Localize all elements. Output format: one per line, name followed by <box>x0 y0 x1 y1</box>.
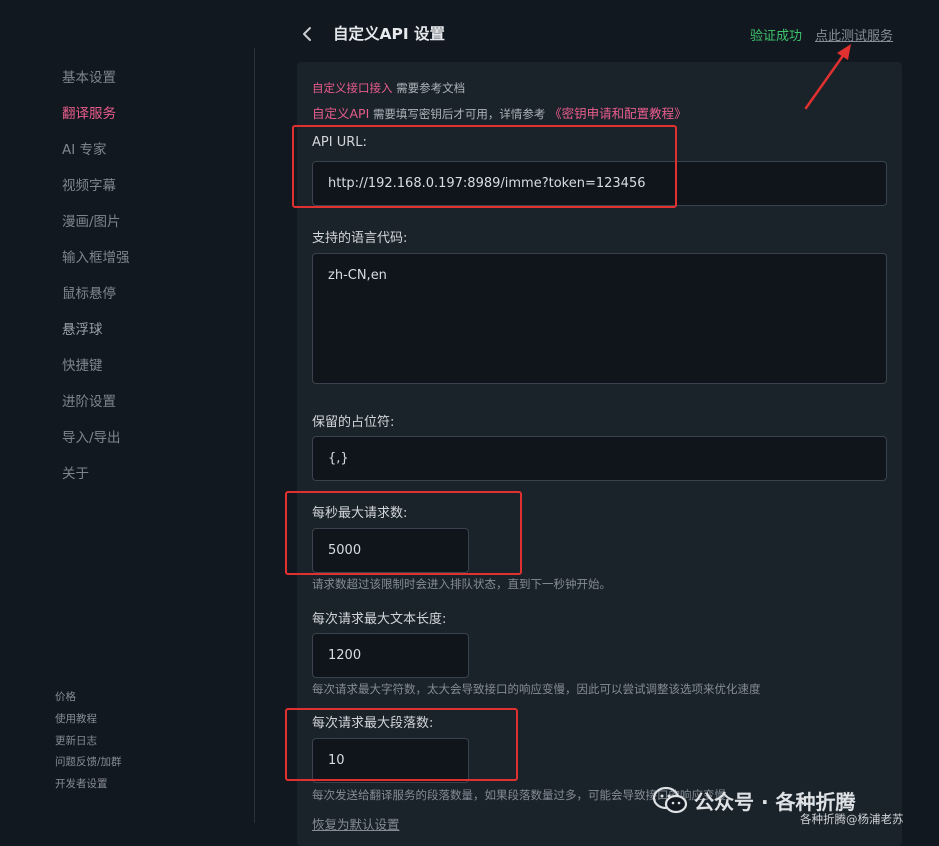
sidebar: 基本设置 翻译服务 AI 专家 视频字幕 漫画/图片 输入框增强 鼠标悬停 悬浮… <box>0 0 256 846</box>
footer-link-pricing[interactable]: 价格 <box>55 689 76 704</box>
placeholder-label: 保留的占位符: <box>312 415 395 430</box>
sidebar-item-mouse-hover[interactable]: 鼠标悬停 <box>62 282 116 302</box>
footer-link-feedback[interactable]: 问题反馈/加群 <box>55 754 122 769</box>
footer-link-changelog[interactable]: 更新日志 <box>55 733 97 748</box>
sidebar-item-import-export[interactable]: 导入/导出 <box>62 426 121 446</box>
sidebar-item-comics[interactable]: 漫画/图片 <box>62 210 121 230</box>
footer-link-tutorial[interactable]: 使用教程 <box>55 711 97 726</box>
max-rps-help: 请求数超过该限制时会进入排队状态，直到下一秒钟开始。 <box>312 577 611 591</box>
page-title: 自定义API 设置 <box>333 25 446 43</box>
back-chevron-icon[interactable] <box>300 24 316 44</box>
sidebar-item-float-ball[interactable]: 悬浮球 <box>62 318 103 338</box>
max-text-len-help: 每次请求最大字符数，太大会导致接口的响应变慢，因此可以尝试调整该选项来优化速度 <box>312 682 761 696</box>
custom-api-label: 自定义API <box>312 106 370 121</box>
annotation-box-api-url <box>292 125 677 208</box>
intro-line-1-text: 需要参考文档 <box>396 81 466 95</box>
lang-codes-label: 支持的语言代码: <box>312 231 408 246</box>
intro-line-2-text: 需要填写密钥后才可用，详情参考 <box>372 107 546 121</box>
key-tutorial-link[interactable]: 《密钥申请和配置教程》 <box>549 106 687 121</box>
annotation-box-rps <box>285 491 522 575</box>
placeholder-input[interactable]: {,} <box>312 436 887 481</box>
sidebar-item-video-subtitles[interactable]: 视频字幕 <box>62 174 116 194</box>
sidebar-item-translation[interactable]: 翻译服务 <box>62 102 116 122</box>
intro-line-1: 自定义接口接入 需要参考文档 <box>312 80 465 96</box>
sidebar-divider <box>254 48 255 823</box>
sidebar-item-ai-expert[interactable]: AI 专家 <box>62 138 107 158</box>
custom-interface-link[interactable]: 自定义接口接入 <box>312 81 393 95</box>
lang-codes-textarea[interactable]: zh-CN,en <box>312 253 887 384</box>
footer-link-developer[interactable]: 开发者设置 <box>55 776 108 791</box>
max-text-len-input[interactable]: 1200 <box>312 633 469 678</box>
sidebar-item-input-enhance[interactable]: 输入框增强 <box>62 246 130 266</box>
sidebar-item-basic[interactable]: 基本设置 <box>62 66 116 86</box>
annotation-arrow-icon <box>804 44 851 110</box>
watermark-sub-text: 各种折腾@杨浦老苏 <box>800 812 904 826</box>
reset-defaults-link[interactable]: 恢复为默认设置 <box>312 814 400 833</box>
max-text-len-label: 每次请求最大文本长度: <box>312 612 447 627</box>
intro-line-2: 自定义API 需要填写密钥后才可用，详情参考 《密钥申请和配置教程》 <box>312 103 687 122</box>
annotation-box-paragraphs <box>285 708 518 781</box>
sidebar-item-shortcuts[interactable]: 快捷键 <box>62 354 103 374</box>
sidebar-item-about[interactable]: 关于 <box>62 462 89 482</box>
sidebar-item-advanced[interactable]: 进阶设置 <box>62 390 116 410</box>
wechat-icon <box>652 786 688 814</box>
